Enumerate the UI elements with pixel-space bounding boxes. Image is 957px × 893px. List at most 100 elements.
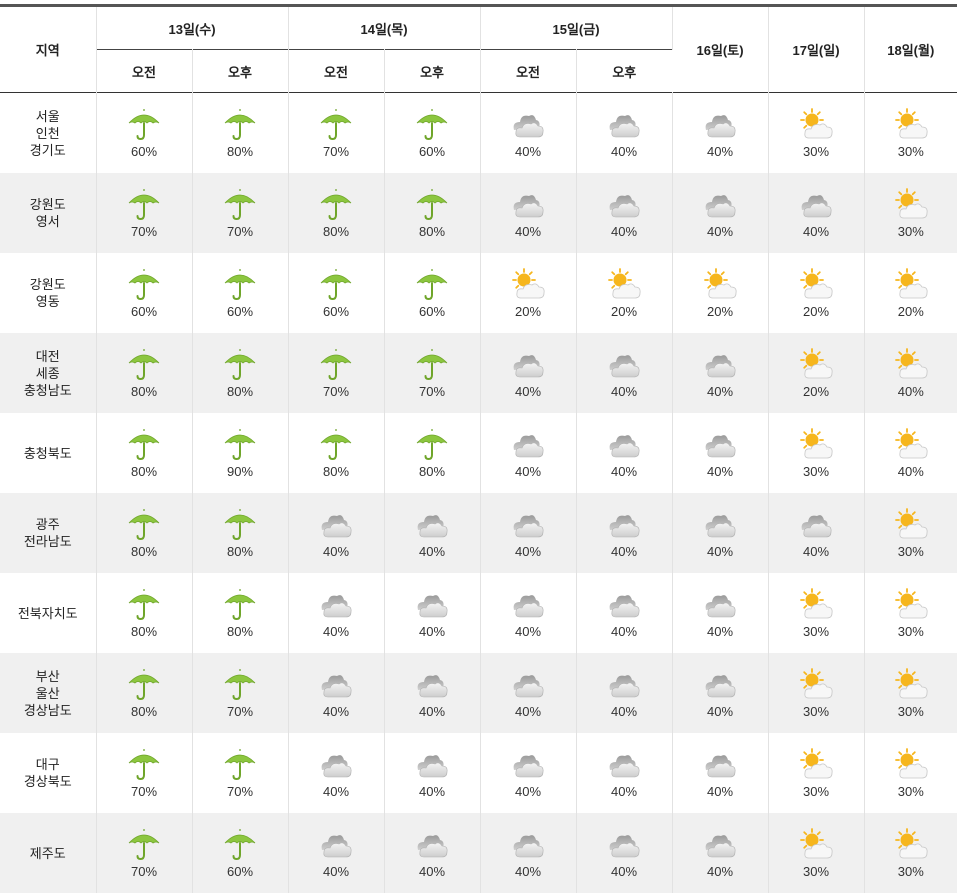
precipitation-probability: 80% — [131, 464, 157, 479]
forecast-cell: 30% — [864, 93, 957, 174]
precipitation-probability: 30% — [803, 144, 829, 159]
umbrella-icon — [220, 268, 260, 302]
forecast-cell: 80% — [96, 493, 192, 573]
region-name: 대구 경상북도 — [0, 733, 96, 813]
cloudy-icon — [508, 748, 548, 782]
precipitation-probability: 30% — [898, 144, 924, 159]
forecast-cell: 40% — [288, 733, 384, 813]
precipitation-probability: 60% — [131, 144, 157, 159]
partly-cloudy-icon — [891, 188, 931, 222]
region-name: 대전 세종 충청남도 — [0, 333, 96, 413]
forecast-cell: 80% — [96, 653, 192, 733]
forecast-cell: 80% — [192, 493, 288, 573]
cloudy-icon — [604, 348, 644, 382]
umbrella-icon — [220, 828, 260, 862]
umbrella-icon — [412, 348, 452, 382]
precipitation-probability: 20% — [611, 304, 637, 319]
forecast-cell: 40% — [384, 573, 480, 653]
umbrella-icon — [124, 668, 164, 702]
region-name: 부산 울산 경상남도 — [0, 653, 96, 733]
cloudy-icon — [700, 828, 740, 862]
umbrella-icon — [220, 588, 260, 622]
cloudy-icon — [700, 108, 740, 142]
precipitation-probability: 40% — [323, 704, 349, 719]
forecast-cell: 40% — [672, 813, 768, 893]
forecast-cell: 20% — [576, 253, 672, 333]
cloudy-icon — [508, 108, 548, 142]
forecast-cell: 40% — [480, 93, 576, 174]
precipitation-probability: 40% — [323, 784, 349, 799]
partly-cloudy-icon — [796, 348, 836, 382]
forecast-cell: 30% — [768, 413, 864, 493]
table-row: 제주도70%60%40%40%40%40%40%30%30% — [0, 813, 957, 893]
precipitation-probability: 70% — [227, 784, 253, 799]
forecast-cell: 40% — [672, 93, 768, 174]
forecast-cell: 40% — [480, 813, 576, 893]
forecast-cell: 40% — [672, 413, 768, 493]
forecast-cell: 40% — [480, 733, 576, 813]
pm-header: 오후 — [384, 50, 480, 93]
precipitation-probability: 40% — [803, 224, 829, 239]
forecast-cell: 30% — [864, 733, 957, 813]
precipitation-probability: 80% — [131, 704, 157, 719]
umbrella-icon — [124, 188, 164, 222]
region-header: 지역 — [0, 7, 96, 93]
forecast-cell: 40% — [672, 733, 768, 813]
forecast-cell: 70% — [192, 173, 288, 253]
cloudy-icon — [604, 508, 644, 542]
precipitation-probability: 40% — [611, 224, 637, 239]
precipitation-probability: 80% — [419, 464, 445, 479]
table-body: 서울 인천 경기도60%80%70%60%40%40%40%30%30%강원도 … — [0, 93, 957, 893]
precipitation-probability: 30% — [898, 784, 924, 799]
precipitation-probability: 80% — [227, 544, 253, 559]
precipitation-probability: 40% — [611, 624, 637, 639]
forecast-cell: 60% — [384, 253, 480, 333]
partly-cloudy-icon — [796, 588, 836, 622]
umbrella-icon — [124, 508, 164, 542]
umbrella-icon — [124, 428, 164, 462]
date-header-17: 17일(일) — [768, 7, 864, 93]
forecast-cell: 40% — [576, 573, 672, 653]
partly-cloudy-icon — [891, 348, 931, 382]
precipitation-probability: 40% — [611, 704, 637, 719]
forecast-cell: 40% — [864, 413, 957, 493]
region-name: 강원도 영동 — [0, 253, 96, 333]
precipitation-probability: 40% — [515, 544, 541, 559]
precipitation-probability: 60% — [131, 304, 157, 319]
precipitation-probability: 20% — [707, 304, 733, 319]
precipitation-probability: 40% — [707, 144, 733, 159]
precipitation-probability: 20% — [515, 304, 541, 319]
forecast-cell: 80% — [384, 413, 480, 493]
precipitation-probability: 40% — [707, 704, 733, 719]
forecast-cell: 40% — [384, 733, 480, 813]
forecast-cell: 30% — [768, 93, 864, 174]
table-row: 부산 울산 경상남도80%70%40%40%40%40%40%30%30% — [0, 653, 957, 733]
region-name: 강원도 영서 — [0, 173, 96, 253]
cloudy-icon — [508, 588, 548, 622]
precipitation-probability: 40% — [611, 864, 637, 879]
forecast-cell: 40% — [576, 173, 672, 253]
forecast-cell: 40% — [576, 93, 672, 174]
forecast-cell: 40% — [576, 413, 672, 493]
cloudy-icon — [412, 748, 452, 782]
forecast-cell: 40% — [768, 173, 864, 253]
precipitation-probability: 40% — [707, 384, 733, 399]
forecast-cell: 40% — [384, 493, 480, 573]
precipitation-probability: 30% — [898, 864, 924, 879]
cloudy-icon — [508, 668, 548, 702]
cloudy-icon — [700, 748, 740, 782]
forecast-cell: 20% — [768, 253, 864, 333]
precipitation-probability: 40% — [707, 624, 733, 639]
forecast-cell: 40% — [384, 653, 480, 733]
date-header-13: 13일(수) — [96, 7, 288, 50]
cloudy-icon — [508, 348, 548, 382]
table-row: 전북자치도80%80%40%40%40%40%40%30%30% — [0, 573, 957, 653]
precipitation-probability: 70% — [323, 384, 349, 399]
precipitation-probability: 40% — [515, 704, 541, 719]
forecast-cell: 20% — [672, 253, 768, 333]
cloudy-icon — [508, 428, 548, 462]
umbrella-icon — [124, 828, 164, 862]
cloudy-icon — [796, 508, 836, 542]
forecast-cell: 40% — [576, 493, 672, 573]
am-header: 오전 — [96, 50, 192, 93]
